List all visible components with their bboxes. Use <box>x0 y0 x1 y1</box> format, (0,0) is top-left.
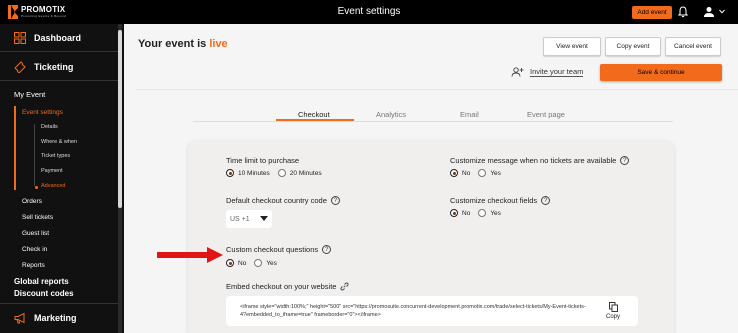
chevron-down-icon[interactable] <box>719 9 725 14</box>
sidebar-item-sell-tickets[interactable]: Sell tickets <box>22 214 53 221</box>
help-icon[interactable]: ? <box>541 196 551 205</box>
custom-message-label-text: Customize message when no tickets are av… <box>450 156 617 165</box>
custom-message-options: No Yes <box>450 169 501 177</box>
copy-event-button[interactable]: Copy event <box>605 37 661 56</box>
custom-questions-label-text: Custom checkout questions <box>226 245 319 254</box>
sidebar-subitem-where-when[interactable]: Where & when <box>41 139 77 145</box>
time-limit-options: 10 Minutes 20 Minutes <box>226 169 322 177</box>
dashboard-icon <box>14 32 26 44</box>
link-icon[interactable] <box>340 282 350 291</box>
radio-no-label: No <box>462 169 471 177</box>
radio-10-minutes[interactable] <box>226 169 234 177</box>
radio-20-minutes[interactable] <box>277 169 286 177</box>
country-code-label-text: Default checkout country code <box>226 196 327 205</box>
custom-questions-label: Custom checkout questions ? <box>226 245 332 254</box>
time-limit-label-text: Time limit to purchase <box>226 156 300 165</box>
country-code-value: US +1 <box>230 215 250 223</box>
custom-message-label: Customize message when no tickets are av… <box>450 156 630 165</box>
sidebar-item-event-settings[interactable]: Event settings <box>22 109 63 116</box>
sidebar-item-guest-list[interactable]: Guest list <box>22 230 49 237</box>
country-code-select[interactable]: US +1 <box>226 210 272 228</box>
invite-team-label: Invite your team <box>530 67 584 77</box>
radio-custom-questions-yes[interactable] <box>254 259 263 267</box>
sidebar-divider <box>0 80 118 81</box>
custom-questions-options: No Yes <box>226 259 277 267</box>
red-arrow-icon <box>157 247 223 263</box>
tab-checkout[interactable]: Checkout <box>298 110 330 119</box>
megaphone-icon <box>14 312 25 324</box>
radio-custom-fields-no[interactable] <box>450 209 458 217</box>
radio-yes-label: Yes <box>266 259 277 267</box>
tab-email[interactable]: Email <box>460 110 479 119</box>
sidebar-subitem-ticket-types[interactable]: Ticket types <box>41 153 70 159</box>
sidebar-item-reports[interactable]: Reports <box>22 262 45 269</box>
radio-yes-label: Yes <box>490 169 501 177</box>
event-status-prefix: Your event is <box>138 38 207 50</box>
embed-code-text[interactable]: <iframe style="width:100%;" height="500"… <box>240 303 590 319</box>
embed-checkout-label-text: Embed checkout on your website <box>226 282 337 291</box>
radio-yes-label: Yes <box>490 209 501 217</box>
embed-checkout-label: Embed checkout on your website <box>226 282 350 291</box>
caret-down-icon <box>260 216 268 221</box>
top-bar: PROMOTIX Promoting Events & Beyond Event… <box>0 0 738 24</box>
radio-no-label: No <box>462 209 471 217</box>
sidebar-divider <box>0 303 118 304</box>
cancel-event-button[interactable]: Cancel event <box>665 37 721 56</box>
user-icon[interactable] <box>703 6 715 18</box>
radio-20-minutes-label: 20 Minutes <box>289 169 322 177</box>
radio-no-label: No <box>238 259 247 267</box>
sidebar-item-my-event[interactable]: My Event <box>14 90 45 99</box>
copy-label: Copy <box>606 314 621 320</box>
sidebar-subitem-payment[interactable]: Payment <box>41 168 63 174</box>
ticket-icon <box>14 61 26 73</box>
sidebar-item-label: Dashboard <box>34 33 82 43</box>
active-dot-icon <box>35 186 38 189</box>
radio-10-minutes-label: 10 Minutes <box>238 169 270 177</box>
bell-icon[interactable] <box>678 6 688 18</box>
sidebar-divider <box>0 51 118 52</box>
sidebar-item-check-in[interactable]: Check in <box>22 246 47 253</box>
event-status-heading: Your event is live <box>138 38 228 50</box>
help-icon[interactable]: ? <box>330 196 340 205</box>
header-divider <box>136 89 738 90</box>
sidebar-item-ticketing[interactable]: Ticketing <box>14 61 73 73</box>
radio-custom-message-yes[interactable] <box>478 169 487 177</box>
radio-custom-questions-no[interactable] <box>226 259 234 267</box>
sidebar-item-label: Ticketing <box>34 62 74 72</box>
sidebar-subitem-advanced[interactable]: Advanced <box>41 183 65 189</box>
sidebar-item-orders[interactable]: Orders <box>22 198 42 205</box>
sidebar-item-global-reports[interactable]: Global reports <box>14 277 69 286</box>
help-icon[interactable]: ? <box>322 245 332 254</box>
save-continue-button[interactable]: Save & continue <box>600 64 722 81</box>
invite-team-link[interactable]: Invite your team <box>511 67 584 77</box>
add-user-icon <box>511 67 524 77</box>
sidebar-item-label: Marketing <box>34 313 77 323</box>
country-code-label: Default checkout country code ? <box>226 196 340 205</box>
tabs-divider <box>193 121 673 122</box>
tab-active-underline <box>276 119 354 121</box>
add-event-button[interactable]: Add event <box>632 6 672 19</box>
sidebar-item-dashboard[interactable]: Dashboard <box>14 32 81 44</box>
page-title: Event settings <box>337 6 401 17</box>
tab-event-page[interactable]: Event page <box>527 110 565 119</box>
copy-icon <box>608 302 618 312</box>
custom-fields-label-text: Customize checkout fields <box>450 196 538 205</box>
sidebar-item-marketing[interactable]: Marketing <box>14 312 77 324</box>
view-event-button[interactable]: View event <box>543 37 601 56</box>
sidebar-active-indicator <box>14 106 16 190</box>
custom-fields-label: Customize checkout fields ? <box>450 196 551 205</box>
help-icon[interactable]: ? <box>620 156 630 165</box>
sidebar-item-discount-codes[interactable]: Discount codes <box>14 289 74 298</box>
sidebar-subitem-details[interactable]: Details <box>41 124 58 130</box>
tab-analytics[interactable]: Analytics <box>376 110 406 119</box>
copy-button[interactable]: Copy <box>606 302 620 320</box>
custom-fields-options: No Yes <box>450 209 501 217</box>
time-limit-label: Time limit to purchase <box>226 156 299 165</box>
sidebar-scrollbar-thumb[interactable] <box>118 30 122 208</box>
event-status-value: live <box>209 38 228 50</box>
embed-code-box[interactable]: <iframe style="width:100%;" height="500"… <box>226 296 638 326</box>
radio-custom-message-no[interactable] <box>450 169 458 177</box>
sidebar-tree-line <box>34 124 35 186</box>
radio-custom-fields-yes[interactable] <box>478 209 487 217</box>
